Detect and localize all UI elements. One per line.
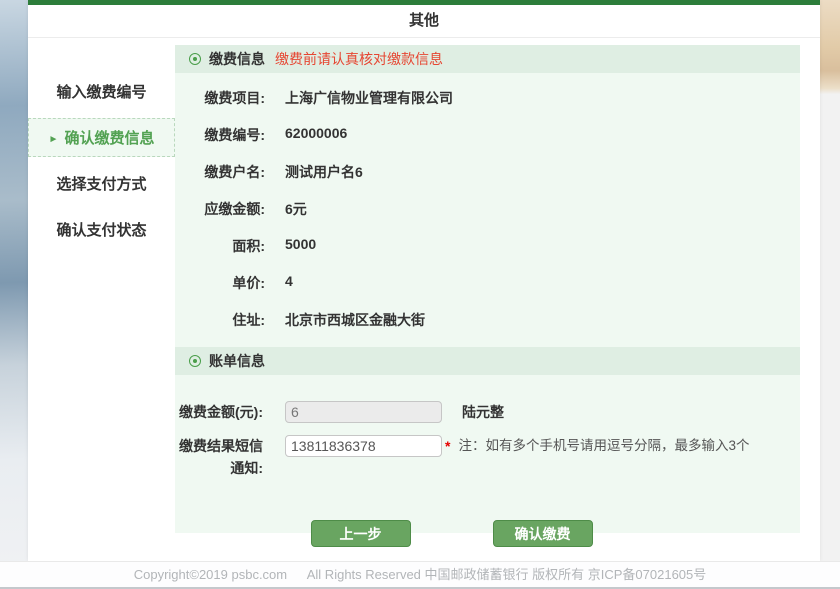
info-row-address: 住址: 北京市西城区金融大街 — [175, 310, 800, 330]
step-confirm-payment-info[interactable]: ► 确认缴费信息 — [28, 118, 175, 157]
content-panel: 缴费信息 缴费前请认真核对缴款信息 缴费项目: 上海广信物业管理有限公司 缴费编… — [175, 45, 800, 533]
step-enter-payment-number[interactable]: 输入缴费编号 — [28, 72, 175, 111]
sms-notify-label: 缴费结果短信通知: — [175, 435, 263, 479]
copyright-text: Copyright©2019 psbc.com — [134, 567, 287, 582]
field-value: 上海广信物业管理有限公司 — [285, 88, 453, 108]
field-value: 4 — [285, 273, 293, 293]
info-row-number: 缴费编号: 62000006 — [175, 125, 800, 145]
field-label: 单价: — [175, 273, 265, 293]
amount-in-words: 陆元整 — [462, 401, 504, 423]
step-confirm-payment-status[interactable]: 确认支付状态 — [28, 210, 175, 249]
active-arrow-icon: ► — [49, 134, 59, 145]
field-label: 应缴金额: — [175, 199, 265, 219]
amount-label: 缴费金额(元): — [175, 401, 263, 423]
step-label: 确认缴费信息 — [64, 130, 154, 147]
info-row-amount-due: 应缴金额: 6元 — [175, 199, 800, 219]
info-row-project: 缴费项目: 上海广信物业管理有限公司 — [175, 88, 800, 108]
payment-card: 其他 输入缴费编号 ► 确认缴费信息 选择支付方式 确认支付状态 缴费信息 缴费前… — [28, 0, 820, 561]
field-label: 缴费编号: — [175, 125, 265, 145]
field-label: 住址: — [175, 310, 265, 330]
bill-row-amount: 缴费金额(元): 陆元整 — [175, 401, 800, 423]
info-row-unit-price: 单价: 4 — [175, 273, 800, 293]
step-label: 选择支付方式 — [56, 176, 146, 193]
bill-row-sms: 缴费结果短信通知: * 注：如有多个手机号请用逗号分隔，最多输入3个 — [175, 435, 800, 479]
payment-amount-input — [285, 401, 442, 423]
field-label: 缴费户名: — [175, 162, 265, 182]
step-label: 确认支付状态 — [56, 222, 146, 239]
confirm-payment-button[interactable]: 确认缴费 — [493, 520, 593, 547]
sms-note-text: 注：如有多个手机号请用逗号分隔，最多输入3个 — [458, 435, 749, 457]
info-row-account-name: 缴费户名: 测试用户名6 — [175, 162, 800, 182]
field-value: 北京市西城区金融大街 — [285, 310, 425, 330]
rights-text: All Rights Reserved 中国邮政储蓄银行 版权所有 京ICP备0… — [307, 567, 707, 582]
sms-phone-input[interactable] — [285, 435, 442, 457]
field-value: 5000 — [285, 236, 316, 256]
step-label: 输入缴费编号 — [56, 84, 146, 101]
info-row-area: 面积: 5000 — [175, 236, 800, 256]
field-value: 6元 — [285, 199, 307, 219]
field-value: 测试用户名6 — [285, 162, 363, 182]
action-buttons: 上一步 确认缴费 — [139, 520, 764, 547]
verify-warning-text: 缴费前请认真核对缴款信息 — [275, 49, 443, 69]
section-bullet-icon — [189, 355, 201, 367]
payment-info-header: 缴费信息 缴费前请认真核对缴款信息 — [175, 45, 800, 73]
required-asterisk: * — [445, 435, 450, 457]
field-value: 62000006 — [285, 125, 347, 145]
section-title: 缴费信息 — [209, 49, 265, 69]
previous-step-button[interactable]: 上一步 — [311, 520, 411, 547]
background-photo-right — [820, 0, 840, 589]
step-choose-payment-method[interactable]: 选择支付方式 — [28, 164, 175, 203]
bill-info-header: 账单信息 — [175, 347, 800, 375]
step-sidebar: 输入缴费编号 ► 确认缴费信息 选择支付方式 确认支付状态 — [28, 38, 175, 256]
field-label: 面积: — [175, 236, 265, 256]
section-bullet-icon — [189, 53, 201, 65]
copyright-footer: Copyright©2019 psbc.com All Rights Reser… — [0, 561, 840, 588]
field-label: 缴费项目: — [175, 88, 265, 108]
bill-info-rows: 缴费金额(元): 陆元整 缴费结果短信通知: * 注：如有多个手机号请用逗号分隔… — [175, 375, 800, 479]
background-photo-left — [0, 0, 28, 589]
payment-info-rows: 缴费项目: 上海广信物业管理有限公司 缴费编号: 62000006 缴费户名: … — [175, 73, 800, 330]
section-title: 账单信息 — [209, 351, 265, 371]
page-title: 其他 — [28, 5, 820, 38]
